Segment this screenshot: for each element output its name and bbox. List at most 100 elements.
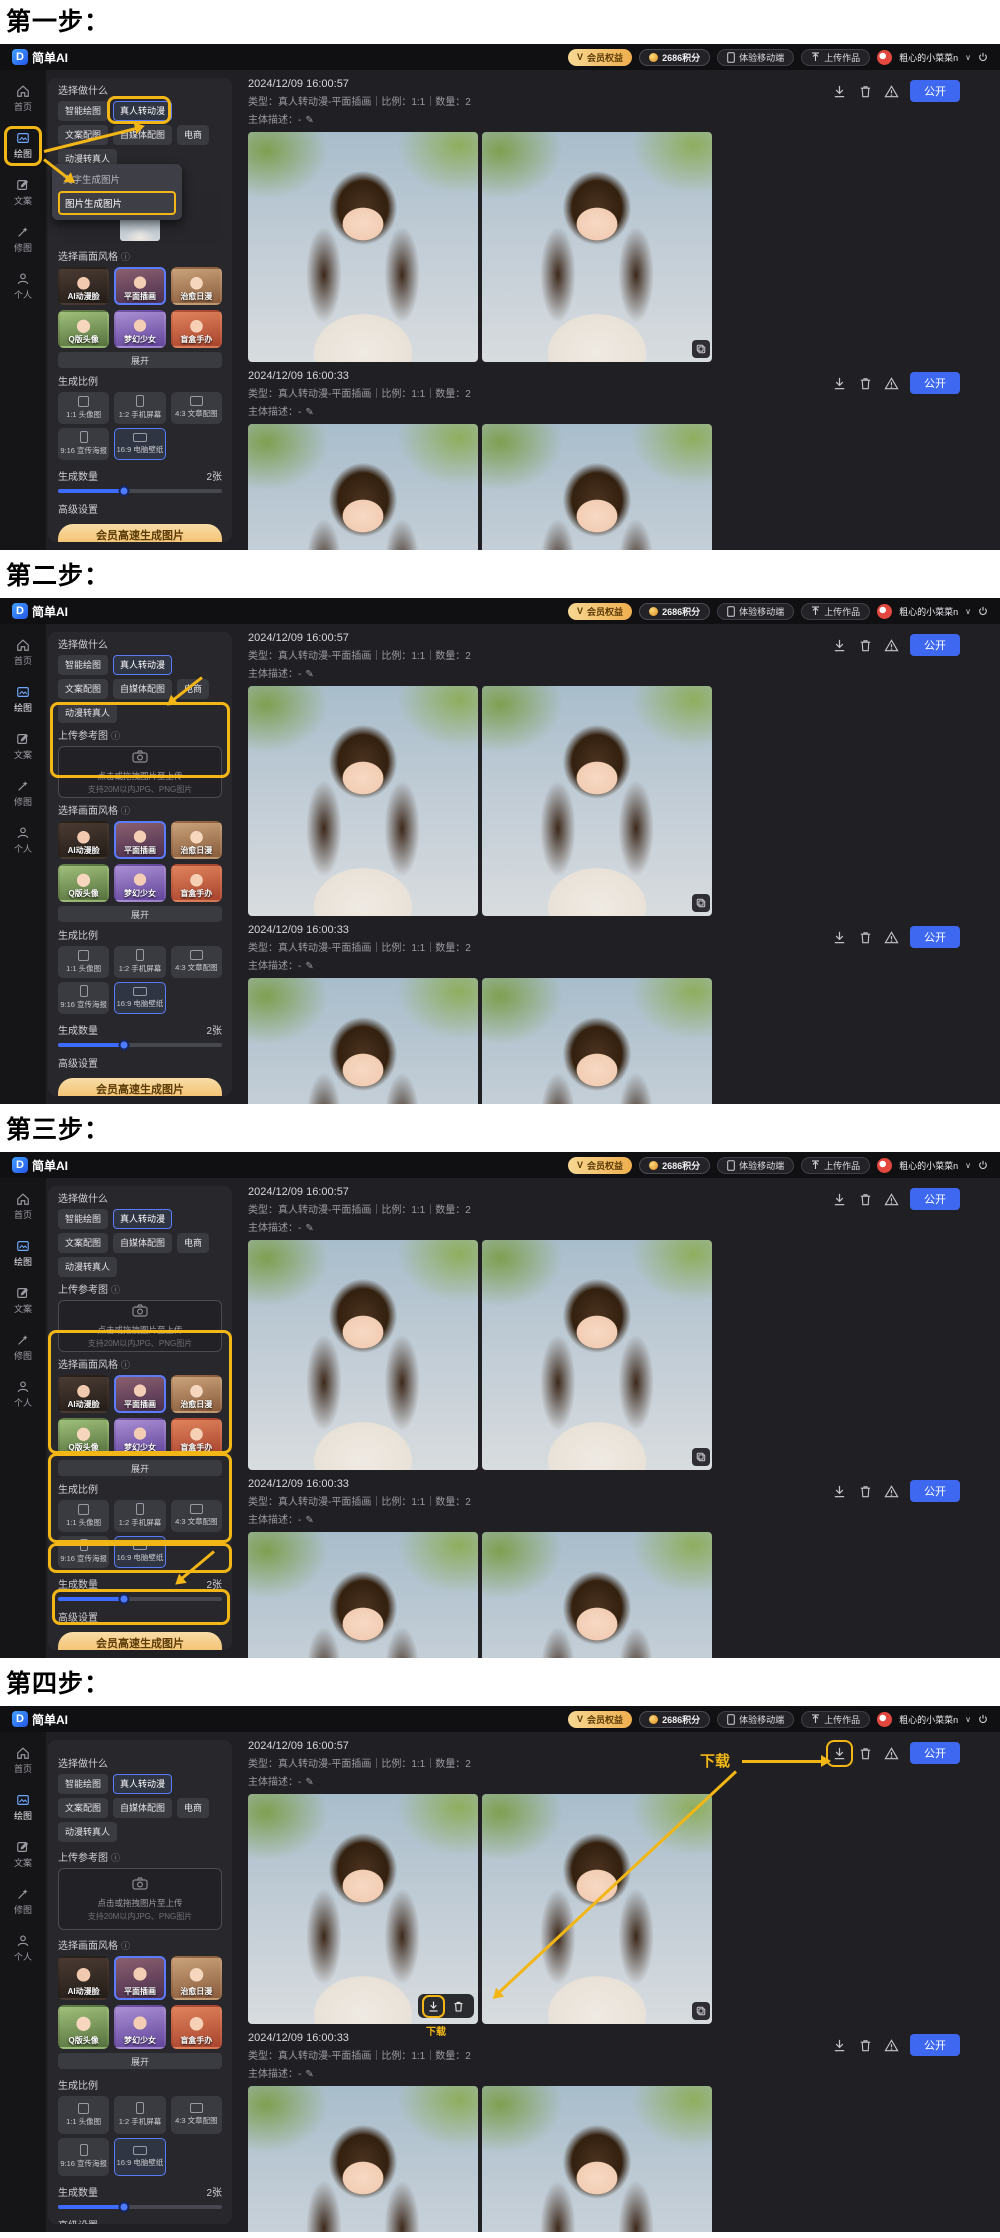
style-tile-q-avatar[interactable]: Q版头像 [58, 1418, 109, 1456]
publish-button[interactable]: 公开 [910, 80, 960, 102]
sidebar-item-profile[interactable]: 个人 [14, 1934, 32, 1963]
member-benefits-pill[interactable]: V 会员权益 [568, 49, 632, 66]
download-icon[interactable] [832, 638, 847, 653]
member-benefits-pill[interactable]: V 会员权益 [568, 1157, 632, 1174]
style-tile-blindbox-figure[interactable]: 盲盒手办 [171, 864, 222, 902]
ratio-tile-16-9[interactable]: 16:9 电脑壁纸 [114, 2138, 165, 2176]
style-tile-q-avatar[interactable]: Q版头像 [58, 2005, 109, 2049]
member-benefits-pill[interactable]: V 会员权益 [568, 603, 632, 620]
expand-styles-button[interactable]: 展开 [58, 352, 222, 368]
ratio-tile-1-1[interactable]: 1:1 头像图 [58, 2096, 109, 2134]
tab-ecommerce[interactable]: 电商 [177, 1798, 209, 1818]
tab-anime-to-real[interactable]: 动漫转真人 [58, 703, 117, 723]
quantity-slider[interactable] [58, 1043, 222, 1047]
generate-button[interactable]: 会员高速生成图片 (消耗2积分) [58, 524, 222, 543]
tab-copy-image[interactable]: 文案配图 [58, 125, 108, 145]
sidebar-item-copywriting[interactable]: 文案 [14, 1840, 32, 1869]
avatar[interactable] [877, 1158, 892, 1173]
generated-image-2[interactable] [482, 132, 712, 362]
ratio-tile-1-2[interactable]: 1:2 手机屏幕 [114, 1500, 165, 1532]
download-icon[interactable] [832, 376, 847, 391]
upload-dropzone[interactable]: 点击或拖拽图片至上传 支持20M以内JPG、PNG图片 [58, 1868, 222, 1930]
slider-knob[interactable] [118, 1039, 129, 1050]
slider-knob[interactable] [118, 1593, 129, 1604]
app-logo[interactable]: D 简单AI [12, 603, 68, 620]
style-tile-flat-illustration[interactable]: 平面插画 [114, 821, 165, 859]
tab-anime-to-real[interactable]: 动漫转真人 [58, 1257, 117, 1277]
publish-button[interactable]: 公开 [910, 1742, 960, 1764]
generated-image-1[interactable] [248, 1240, 478, 1470]
ratio-tile-9-16[interactable]: 9:16 宣传海报 [58, 1536, 109, 1568]
tab-media-image[interactable]: 自媒体配图 [113, 1233, 172, 1253]
ratio-tile-4-3[interactable]: 4:3 文章配图 [171, 392, 222, 424]
points-pill[interactable]: 2686积分 [639, 1711, 710, 1728]
trash-icon[interactable] [452, 2000, 465, 2013]
style-tile-ai-anime-face[interactable]: AI动漫脸 [58, 1375, 109, 1413]
sidebar-item-retouch[interactable]: 修图 [14, 779, 32, 808]
trash-icon[interactable] [858, 376, 873, 391]
ratio-tile-9-16[interactable]: 9:16 宣传海报 [58, 2138, 109, 2176]
generated-image-3[interactable] [248, 1532, 478, 1658]
quantity-slider[interactable] [58, 2205, 222, 2209]
ratio-tile-4-3[interactable]: 4:3 文章配图 [171, 2096, 222, 2134]
generated-image-3[interactable] [248, 2086, 478, 2232]
report-icon[interactable] [884, 376, 899, 391]
advanced-settings[interactable]: 高级设置 [58, 501, 222, 516]
style-tile-ai-anime-face[interactable]: AI动漫脸 [58, 267, 109, 305]
tab-copy-image[interactable]: 文案配图 [58, 1233, 108, 1253]
sidebar-item-draw[interactable]: 绘图 [14, 1793, 32, 1822]
ratio-tile-16-9[interactable]: 16:9 电脑壁纸 [114, 982, 165, 1014]
tab-real-to-anime[interactable]: 真人转动漫 [113, 101, 172, 121]
advanced-settings[interactable]: 高级设置 [58, 2217, 222, 2225]
logout-power-icon[interactable] [978, 1714, 988, 1724]
generated-image-4[interactable] [482, 2086, 712, 2232]
logout-power-icon[interactable] [978, 1160, 988, 1170]
style-tile-flat-illustration[interactable]: 平面插画 [114, 267, 165, 305]
style-tile-blindbox-figure[interactable]: 盲盒手办 [171, 1418, 222, 1456]
download-icon[interactable] [832, 2038, 847, 2053]
expand-styles-button[interactable]: 展开 [58, 1460, 222, 1476]
sidebar-item-profile[interactable]: 个人 [14, 826, 32, 855]
tab-smart-draw[interactable]: 智能绘图 [58, 1209, 108, 1229]
style-tile-flat-illustration[interactable]: 平面插画 [114, 1375, 165, 1413]
chevron-down-icon[interactable]: ∨ [965, 53, 971, 62]
tab-ecommerce[interactable]: 电商 [177, 125, 209, 145]
ratio-tile-1-1[interactable]: 1:1 头像图 [58, 392, 109, 424]
chevron-down-icon[interactable]: ∨ [965, 1161, 971, 1170]
ratio-tile-1-2[interactable]: 1:2 手机屏幕 [114, 392, 165, 424]
tab-anime-to-real[interactable]: 动漫转真人 [58, 1822, 117, 1842]
points-pill[interactable]: 2686积分 [639, 1157, 710, 1174]
style-tile-healing-anime[interactable]: 治愈日漫 [171, 1956, 222, 2000]
menu-item-text-to-image[interactable]: 文字生成图片 [58, 169, 176, 189]
publish-button[interactable]: 公开 [910, 634, 960, 656]
style-tile-dreamy-girl[interactable]: 梦幻少女 [114, 2005, 165, 2049]
trash-icon[interactable] [858, 930, 873, 945]
copy-params-icon[interactable] [692, 1448, 710, 1466]
upload-dropzone[interactable]: 点击或拖拽图片至上传 支持20M以内JPG、PNG图片 [58, 1300, 222, 1352]
download-icon[interactable] [832, 84, 847, 99]
avatar[interactable] [877, 1712, 892, 1727]
tab-copy-image[interactable]: 文案配图 [58, 1798, 108, 1818]
slider-knob[interactable] [118, 485, 129, 496]
username[interactable]: 粗心的小菜菜n [899, 605, 958, 618]
sidebar-item-retouch[interactable]: 修图 [14, 225, 32, 254]
ratio-tile-16-9[interactable]: 16:9 电脑壁纸 [114, 1536, 165, 1568]
publish-button[interactable]: 公开 [910, 372, 960, 394]
edit-icon[interactable]: ✎ [305, 2069, 313, 2080]
publish-button[interactable]: 公开 [910, 1188, 960, 1210]
expand-styles-button[interactable]: 展开 [58, 906, 222, 922]
download-icon[interactable] [832, 1484, 847, 1499]
app-logo[interactable]: D 简单AI [12, 1157, 68, 1174]
edit-icon[interactable]: ✎ [305, 961, 313, 972]
sidebar-item-profile[interactable]: 个人 [14, 272, 32, 301]
logout-power-icon[interactable] [978, 52, 988, 62]
points-pill[interactable]: 2686积分 [639, 49, 710, 66]
style-tile-healing-anime[interactable]: 治愈日漫 [171, 1375, 222, 1413]
report-icon[interactable] [884, 1192, 899, 1207]
advanced-settings[interactable]: 高级设置 [58, 1055, 222, 1070]
username[interactable]: 粗心的小菜菜n [899, 1713, 958, 1726]
style-tile-ai-anime-face[interactable]: AI动漫脸 [58, 821, 109, 859]
ratio-tile-4-3[interactable]: 4:3 文章配图 [171, 946, 222, 978]
sidebar-item-copywriting[interactable]: 文案 [14, 1286, 32, 1315]
trash-icon[interactable] [858, 1746, 873, 1761]
